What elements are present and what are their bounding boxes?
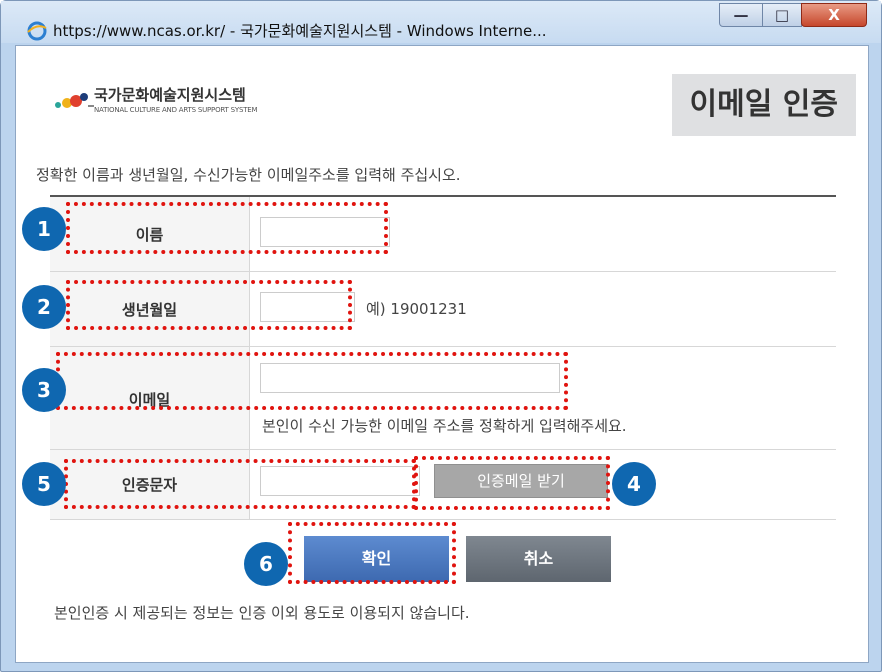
birthdate-hint: 예) 19001231 xyxy=(366,300,467,318)
step-badge-1: 1 xyxy=(22,207,66,251)
popup-header: 국가문화예술지원시스템 NATIONAL CULTURE AND ARTS SU… xyxy=(16,46,868,146)
title-bar[interactable]: https://www.ncas.or.kr/ - 국가문화예술지원시스템 - … xyxy=(1,1,881,43)
annotation-box-birthdate xyxy=(66,280,352,330)
guide-text: 정확한 이름과 생년월일, 수신가능한 이메일주소를 입력해 주십시오. xyxy=(36,166,461,184)
email-hint: 본인이 수신 가능한 이메일 주소를 정확하게 입력해주세요. xyxy=(262,417,627,435)
internet-explorer-icon xyxy=(27,21,47,41)
annotation-box-send-button xyxy=(414,456,610,510)
close-icon: X xyxy=(828,6,840,24)
step-badge-4: 4 xyxy=(612,462,656,506)
maximize-button[interactable]: □ xyxy=(762,3,802,27)
privacy-notice: 본인인증 시 제공되는 정보는 인증 이외 용도로 이용되지 않습니다. xyxy=(54,604,470,622)
annotation-box-verification-code xyxy=(64,459,416,509)
step-badge-6: 6 xyxy=(244,542,288,586)
page-title: 이메일 인증 xyxy=(671,74,856,136)
minimize-icon: — xyxy=(733,6,749,24)
logo-text-korean: 국가문화예술지원시스템 xyxy=(94,86,246,104)
step-badge-2: 2 xyxy=(22,285,66,329)
maximize-icon: □ xyxy=(774,6,790,24)
window-title: https://www.ncas.or.kr/ - 국가문화예술지원시스템 - … xyxy=(53,22,547,40)
logo-text-english: NATIONAL CULTURE AND ARTS SUPPORT SYSTEM xyxy=(94,106,258,114)
step-badge-3: 3 xyxy=(22,368,66,412)
step-badge-5: 5 xyxy=(22,462,66,506)
annotation-box-name xyxy=(66,202,388,254)
annotation-box-confirm xyxy=(288,522,456,584)
close-button[interactable]: X xyxy=(801,3,867,27)
minimize-button[interactable]: — xyxy=(719,3,763,27)
annotation-box-email xyxy=(56,352,568,410)
cancel-button[interactable]: 취소 xyxy=(466,536,611,582)
